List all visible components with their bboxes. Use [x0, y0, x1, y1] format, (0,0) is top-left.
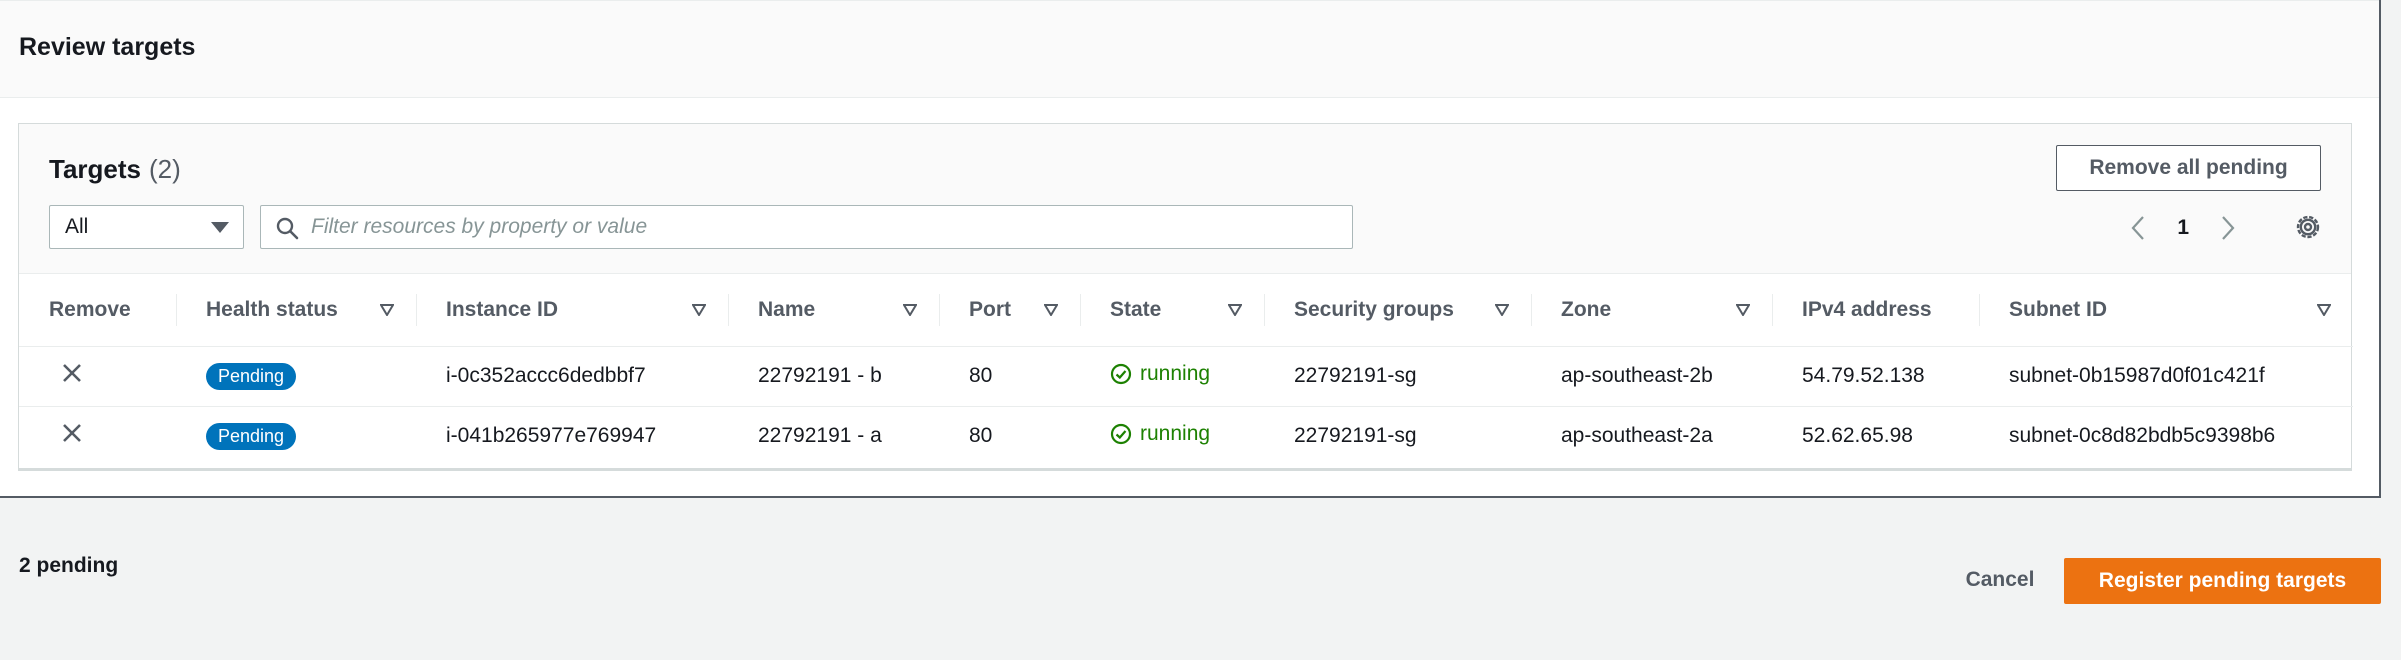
page-title: Review targets: [19, 33, 196, 61]
state-label: running: [1140, 421, 1211, 445]
sort-down-icon[interactable]: [1736, 304, 1750, 316]
instance-id-cell: i-0c352accc6dedbbf7: [416, 346, 728, 407]
targets-table: Remove Health status Instance ID Name Po…: [19, 274, 2353, 466]
column-header-remove: Remove: [19, 274, 176, 347]
close-icon[interactable]: [61, 362, 83, 384]
health-status-cell: Pending: [176, 406, 416, 466]
gear-icon[interactable]: [2293, 212, 2323, 242]
security-groups-cell: 22792191-sg: [1264, 346, 1531, 407]
sort-down-icon[interactable]: [380, 304, 394, 316]
remove-cell: [19, 346, 176, 407]
state-cell: running: [1080, 406, 1264, 466]
chevron-left-icon[interactable]: [2125, 214, 2151, 242]
name-cell: 22792191 - a: [758, 424, 882, 448]
targets-toolbar: Targets (2) Remove all pending All 1: [19, 124, 2351, 274]
search-input[interactable]: [311, 206, 1341, 248]
chevron-right-icon[interactable]: [2215, 214, 2241, 242]
security-groups-cell: 22792191-sg: [1294, 424, 1417, 448]
column-header-zone[interactable]: Zone: [1531, 274, 1772, 347]
caret-down-icon: [211, 222, 229, 233]
column-header-subnet-id[interactable]: Subnet ID: [1979, 274, 2353, 347]
sort-down-icon[interactable]: [2317, 304, 2331, 316]
column-header-ipv4-address: IPv4 address: [1772, 274, 1979, 347]
sort-down-icon[interactable]: [903, 304, 917, 316]
column-header-security-groups[interactable]: Security groups: [1264, 274, 1531, 347]
cancel-button[interactable]: Cancel: [1950, 557, 2050, 603]
port-cell: 80: [939, 346, 1080, 407]
check-circle-icon: [1110, 363, 1132, 384]
health-status-cell: Pending: [176, 346, 416, 407]
status-badge: Pending: [206, 362, 297, 390]
targets-title: Targets: [49, 154, 141, 184]
state-label: running: [1140, 361, 1211, 385]
ipv4-cell: 52.62.65.98: [1802, 424, 1913, 448]
name-cell: 22792191 - b: [728, 346, 939, 407]
ipv4-cell: 54.79.52.138: [1772, 346, 1979, 407]
table-row: Pending i-041b265977e769947 22792191 - a…: [19, 406, 2353, 466]
status-badge: Pending: [206, 422, 297, 450]
remove-all-pending-button[interactable]: Remove all pending: [2056, 145, 2321, 191]
targets-count: (2): [149, 154, 181, 184]
column-header-health-status[interactable]: Health status: [176, 274, 416, 347]
column-header-name[interactable]: Name: [728, 274, 939, 347]
subnet-id-cell: subnet-0c8d82bdb5c9398b6: [2009, 424, 2276, 448]
close-icon[interactable]: [61, 422, 83, 444]
filter-select[interactable]: All: [49, 205, 244, 249]
pagination: 1: [2125, 213, 2241, 243]
sort-down-icon[interactable]: [692, 304, 706, 316]
review-targets-panel: Review targets Targets (2) Remove all pen…: [0, 0, 2381, 498]
instance-id-cell: i-041b265977e769947: [446, 424, 657, 448]
pending-summary: 2 pending: [19, 554, 119, 577]
register-pending-targets-button[interactable]: Register pending targets: [2064, 558, 2381, 604]
remove-cell: [19, 406, 176, 466]
column-header-state[interactable]: State: [1080, 274, 1264, 347]
check-circle-icon: [1110, 423, 1132, 444]
zone-cell: ap-southeast-2a: [1561, 424, 1713, 448]
column-header-instance-id[interactable]: Instance ID: [416, 274, 728, 347]
zone-cell: ap-southeast-2b: [1531, 346, 1772, 407]
search-icon: [276, 217, 299, 240]
targets-heading: Targets (2): [49, 154, 181, 185]
table-header-row: Remove Health status Instance ID Name Po…: [19, 274, 2353, 347]
port-cell: 80: [969, 424, 993, 448]
sort-down-icon[interactable]: [1228, 304, 1242, 316]
sort-down-icon[interactable]: [1044, 304, 1058, 316]
targets-table-container: Targets (2) Remove all pending All 1: [18, 123, 2353, 471]
current-page[interactable]: 1: [2177, 216, 2189, 240]
subnet-id-cell: subnet-0b15987d0f01c421f: [1979, 346, 2353, 407]
search-field[interactable]: [260, 205, 1353, 249]
table-row: Pending i-0c352accc6dedbbf7 22792191 - b…: [19, 346, 2353, 407]
review-header: Review targets: [0, 0, 2379, 98]
column-header-port[interactable]: Port: [939, 274, 1080, 347]
sort-down-icon[interactable]: [1495, 304, 1509, 316]
filter-select-value: All: [65, 215, 89, 238]
state-cell: running: [1080, 346, 1264, 407]
